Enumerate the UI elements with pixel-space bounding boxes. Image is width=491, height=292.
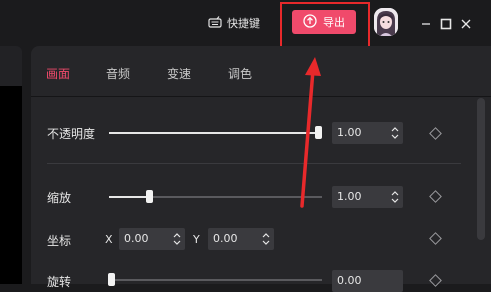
scale-input[interactable]: 1.00 [332, 186, 403, 208]
shortcut-button[interactable]: 快捷键 [208, 14, 260, 32]
avatar[interactable] [374, 8, 398, 36]
rotation-value: 0.00 [337, 274, 362, 287]
position-y-spinner-icon[interactable] [262, 231, 270, 247]
position-label: 坐标 [47, 234, 72, 248]
keyboard-icon [208, 15, 222, 31]
tab-picture[interactable]: 画面 [46, 65, 70, 82]
rotation-keyframe-icon[interactable] [429, 274, 442, 287]
minimize-icon[interactable] [419, 16, 433, 30]
position-x-label: X [105, 233, 113, 246]
scale-spinner-icon[interactable] [391, 189, 399, 205]
player-pane [0, 46, 22, 284]
tab-audio[interactable]: 音频 [106, 65, 130, 82]
opacity-keyframe-icon[interactable] [429, 127, 442, 140]
position-x-input[interactable]: 0.00 [119, 228, 185, 250]
title-bar: 快捷键 导出 [0, 0, 491, 46]
tab-speed[interactable]: 变速 [167, 65, 191, 82]
position-keyframe-icon[interactable] [429, 232, 442, 245]
player-preview [0, 86, 22, 284]
opacity-value: 1.00 [337, 126, 362, 139]
properties-tabs: 画面 音频 变速 调色 [31, 46, 491, 97]
opacity-slider-thumb[interactable] [315, 126, 322, 139]
scale-label: 缩放 [47, 191, 72, 205]
scale-slider-fill [109, 196, 149, 198]
close-icon[interactable] [459, 16, 473, 30]
section-divider [47, 163, 461, 164]
rotation-label: 旋转 [47, 275, 72, 289]
position-y-value: 0.00 [213, 232, 238, 245]
maximize-icon[interactable] [439, 16, 453, 30]
opacity-label: 不透明度 [47, 127, 96, 141]
opacity-slider-fill [109, 132, 319, 134]
position-y-label: Y [193, 233, 200, 246]
properties-panel: 画面 音频 变速 调色 不透明度 1.00 缩放 1.00 坐标 X 0.00 … [31, 46, 491, 292]
rotation-slider-thumb[interactable] [108, 273, 115, 286]
scale-value: 1.00 [337, 190, 362, 203]
position-x-value: 0.00 [124, 232, 149, 245]
scale-keyframe-icon[interactable] [429, 190, 442, 203]
opacity-spinner-icon[interactable] [391, 125, 399, 141]
tab-color[interactable]: 调色 [228, 65, 252, 82]
opacity-input[interactable]: 1.00 [332, 122, 403, 144]
rotation-slider-track [109, 279, 322, 281]
panel-scrollbar[interactable] [477, 98, 485, 240]
shortcut-label: 快捷键 [227, 17, 260, 30]
position-y-input[interactable]: 0.00 [208, 228, 274, 250]
scale-slider-thumb[interactable] [146, 190, 153, 203]
rotation-input[interactable]: 0.00 [332, 270, 403, 292]
position-x-spinner-icon[interactable] [173, 231, 181, 247]
